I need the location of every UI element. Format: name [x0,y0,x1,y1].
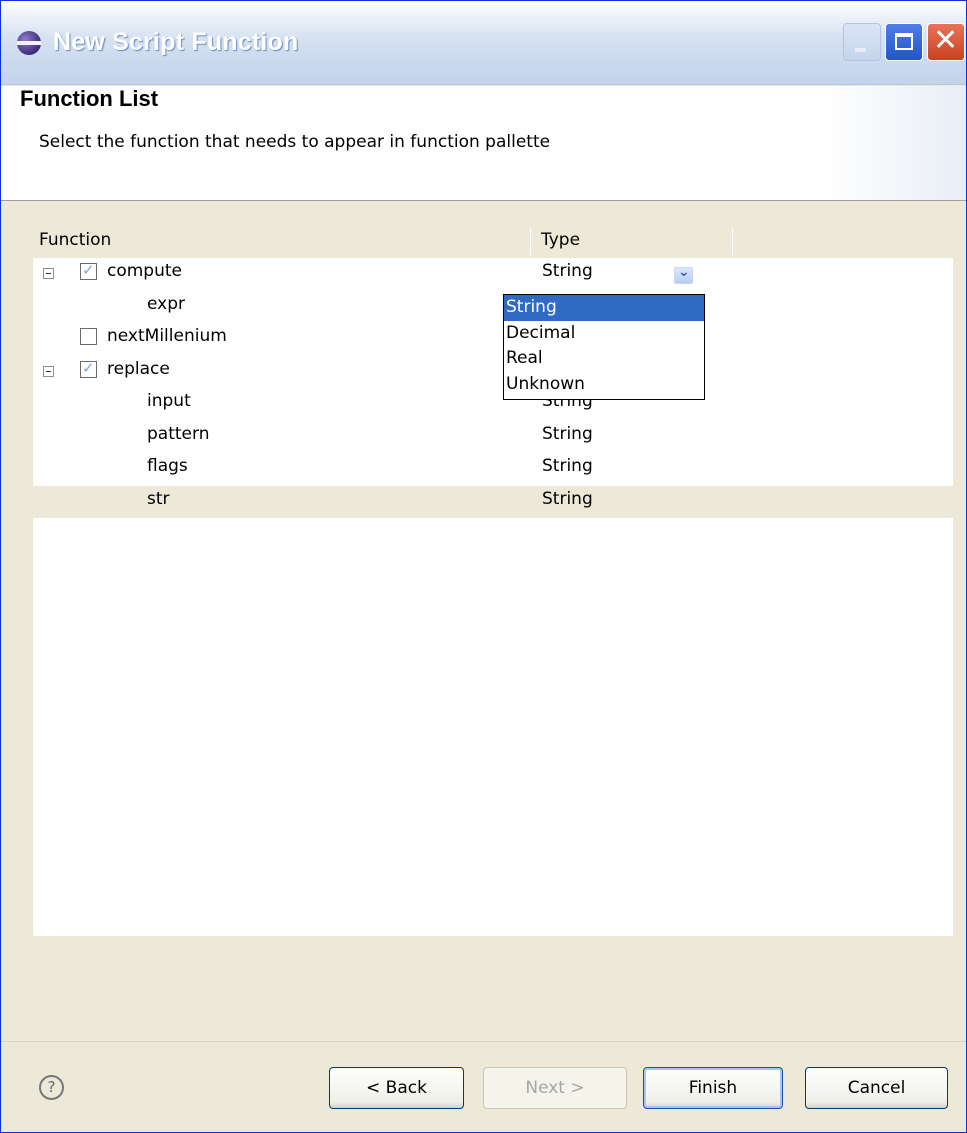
table-row[interactable]: replaceString [33,356,953,389]
footer-divider [1,1041,966,1042]
table-row[interactable]: input String [33,388,953,421]
next-button[interactable]: Next > [483,1067,627,1109]
title-bar[interactable]: New Script Function ✕ [1,1,966,85]
dropdown-option[interactable]: String [504,295,704,321]
function-checkbox[interactable] [80,359,97,378]
page-description: Select the function that needs to appear… [39,132,551,152]
cancel-button[interactable]: Cancel [805,1067,948,1109]
function-name: expr [147,293,186,314]
function-type: String [542,261,593,281]
table-row[interactable]: expr String [33,291,953,324]
close-icon: ✕ [933,23,959,58]
column-header-type[interactable]: Type [541,230,580,250]
column-divider[interactable] [732,228,733,255]
table-row[interactable]: flags String [33,453,953,486]
table-row[interactable]: pattern String [33,421,953,454]
dropdown-option[interactable]: Real [504,346,704,372]
type-dropdown-button[interactable]: ⌄ [674,264,693,284]
help-icon[interactable]: ? [39,1075,64,1100]
column-header-function[interactable]: Function [39,230,111,250]
maximize-icon [895,33,913,50]
page-title: Function List [20,86,159,111]
dropdown-option[interactable]: Decimal [504,321,704,347]
function-type: String [542,423,593,444]
eclipse-icon [17,31,41,55]
collapse-icon[interactable] [43,365,54,377]
function-name: replace [107,358,170,379]
table-body: computeStringexprStringnextMilleniumStri… [33,258,953,518]
collapse-icon[interactable] [43,268,54,279]
function-name: str [147,488,170,509]
table-row[interactable]: str String [33,485,953,518]
table-row[interactable]: compute String [33,258,953,291]
function-name: input [147,391,191,411]
function-name: pattern [147,423,210,444]
close-button[interactable]: ✕ [927,23,965,61]
wizard-header: Function List Select the function that n… [1,86,966,201]
type-dropdown-list[interactable]: String Decimal Real Unknown [503,294,705,400]
function-type: String [542,456,593,476]
back-button[interactable]: < Back [329,1067,464,1109]
function-type[interactable]: String [542,489,593,509]
finish-button[interactable]: Finish [643,1067,783,1109]
function-name: compute [107,261,182,281]
function-name: flags [147,456,188,476]
maximize-button[interactable] [885,23,923,61]
chevron-down-icon: ⌄ [678,264,690,280]
minimize-icon [855,48,866,52]
table-row[interactable]: nextMilleniumString [33,323,953,356]
table-header: Function Type [33,226,953,258]
dropdown-option[interactable]: Unknown [504,372,704,398]
function-name: nextMillenium [107,326,227,346]
function-checkbox[interactable] [80,261,97,280]
column-divider[interactable] [530,228,531,255]
function-table[interactable]: Function Type computeStringexprStringnex… [33,226,953,936]
function-checkbox[interactable] [80,328,97,345]
minimize-button[interactable] [843,23,881,61]
dialog-window: New Script Function ✕ Function List Sele… [0,0,967,1133]
window-title: New Script Function [53,28,299,56]
